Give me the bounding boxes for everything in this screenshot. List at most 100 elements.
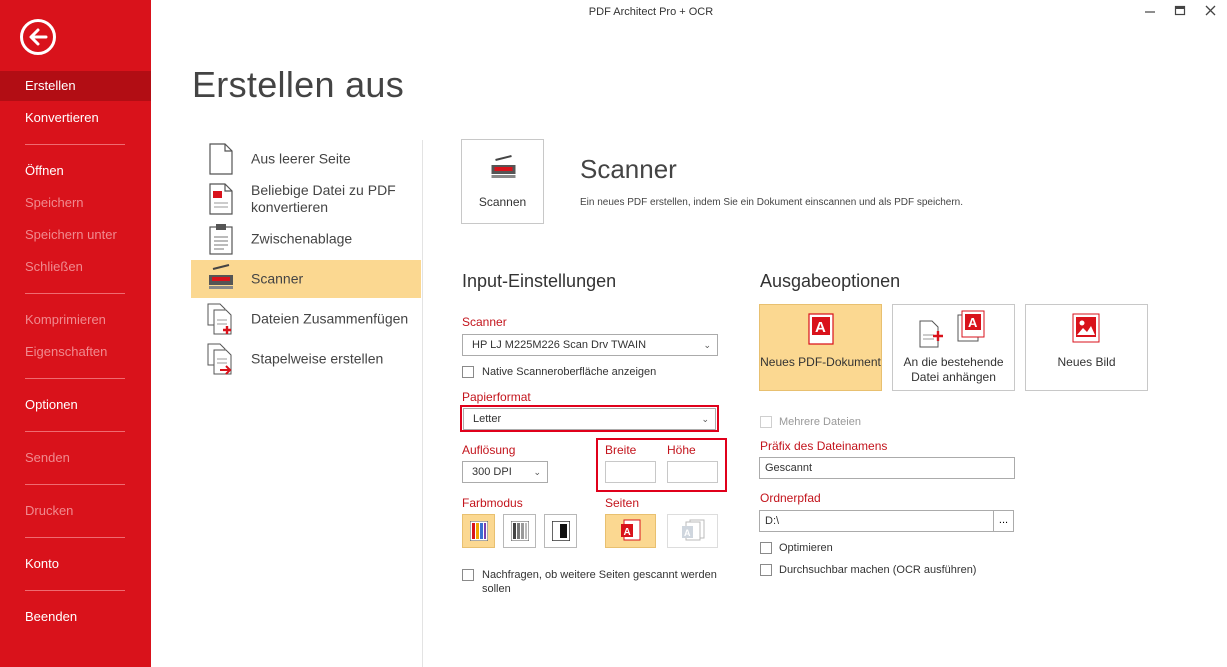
maximize-button[interactable] — [1170, 3, 1190, 19]
paper-format-select[interactable]: Letter ⌄ — [463, 408, 716, 430]
scanner-label: Scanner — [462, 315, 507, 329]
folder-path-input[interactable]: D:\ — [759, 510, 994, 532]
sidebar-item-speichern[interactable]: Speichern — [0, 188, 151, 218]
filename-prefix-input[interactable]: Gescannt — [759, 457, 1015, 479]
minimize-icon — [1145, 11, 1155, 13]
sidebar-item-drucken[interactable]: Drucken — [0, 496, 151, 526]
folder-path-label: Ordnerpfad — [760, 491, 821, 505]
chevron-down-icon: ⌄ — [703, 340, 711, 350]
output-options-title: Ausgabeoptionen — [760, 271, 901, 291]
browse-folder-button[interactable]: ... — [993, 510, 1014, 532]
sidebar-item-senden[interactable]: Senden — [0, 443, 151, 473]
sidebar-item-oeffnen[interactable]: Öffnen — [0, 156, 151, 186]
color-mode-color-button[interactable] — [462, 514, 495, 548]
blank-page-icon — [209, 143, 233, 175]
filename-prefix-label: Präfix des Dateinamens — [760, 439, 888, 453]
sidebar-divider — [25, 378, 125, 379]
sidebar-divider — [25, 484, 125, 485]
width-label: Breite — [605, 443, 637, 457]
height-input[interactable] — [667, 461, 718, 483]
chevron-down-icon: ⌄ — [701, 414, 709, 424]
ocr-searchable-checkbox[interactable] — [760, 564, 772, 576]
page-title: Erstellen aus — [192, 64, 405, 105]
color-mode-grayscale-button[interactable] — [503, 514, 536, 548]
paper-format-value: Letter — [473, 413, 502, 425]
native-scanner-ui-label: Native Scanneroberfläche anzeigen — [482, 366, 657, 378]
create-option-clipboard[interactable]: Zwischenablage — [191, 220, 421, 258]
svg-text:A: A — [684, 528, 691, 538]
scan-button-label: Scannen — [478, 195, 527, 209]
native-scanner-ui-checkbox[interactable] — [462, 366, 474, 378]
sidebar-divider — [25, 431, 125, 432]
sidebar-item-optionen[interactable]: Optionen — [0, 390, 151, 420]
sidebar-item-erstellen[interactable]: Erstellen — [0, 71, 151, 101]
sidebar-item-speichern-unter[interactable]: Speichern unter — [0, 220, 151, 250]
multiple-files-checkbox[interactable] — [760, 416, 772, 428]
pages-label: Seiten — [605, 496, 640, 510]
sidebar: Erstellen Konvertieren Öffnen Speichern … — [0, 0, 151, 667]
sidebar-divider — [25, 144, 125, 145]
window-title: PDF Architect Pro + OCR — [588, 6, 714, 18]
scan-button[interactable]: Scannen — [461, 139, 544, 224]
resolution-select[interactable]: 300 DPI ⌄ — [462, 461, 548, 483]
file-to-pdf-icon — [209, 183, 233, 215]
paper-format-label: Papierformat — [462, 390, 531, 404]
app-window: Erstellen Konvertieren Öffnen Speichern … — [0, 0, 1227, 667]
create-option-batch[interactable]: Stapelweise erstellen — [191, 340, 421, 378]
sidebar-divider — [25, 590, 125, 591]
create-option-merge-files[interactable]: Dateien Zusammenfügen — [191, 300, 421, 338]
color-mode-bw-button[interactable] — [544, 514, 577, 548]
svg-text:A: A — [968, 315, 978, 330]
scanner-heading: Scanner — [580, 154, 677, 184]
ocr-searchable-label: Durchsuchbar machen (OCR ausführen) — [779, 564, 977, 576]
merge-files-icon — [207, 303, 232, 335]
output-tile-label: An die bestehende Datei anhängen — [903, 355, 1004, 384]
back-button[interactable] — [20, 19, 56, 55]
output-append-tile[interactable]: A An die bestehende Datei anhängen — [892, 304, 1015, 391]
minimize-button[interactable] — [1140, 3, 1160, 19]
multi-page-pdf-icon: A — [681, 519, 704, 541]
output-tile-label: Neues Bild — [1057, 355, 1116, 369]
sidebar-item-beenden[interactable]: Beenden — [0, 602, 151, 632]
create-option-blank-page[interactable]: Aus leerer Seite — [191, 140, 421, 178]
maximize-icon — [1174, 5, 1186, 16]
svg-text:A: A — [623, 527, 630, 538]
pdf-document-icon: A — [808, 313, 834, 345]
append-to-pdf-icon: A — [919, 310, 985, 348]
image-icon — [1072, 313, 1100, 343]
grayscale-stripes-icon — [510, 521, 529, 541]
sidebar-item-konvertieren[interactable]: Konvertieren — [0, 103, 151, 133]
resolution-value: 300 DPI — [472, 466, 512, 478]
create-option-label: Zwischenablage — [251, 230, 353, 247]
ask-more-pages-checkbox[interactable] — [462, 569, 474, 581]
color-mode-label: Farbmodus — [462, 496, 523, 510]
output-tile-label: Neues PDF-Dokument — [760, 355, 881, 369]
optimize-checkbox[interactable] — [760, 542, 772, 554]
sidebar-item-konto[interactable]: Konto — [0, 549, 151, 579]
scanner-icon — [491, 155, 516, 178]
sidebar-item-eigenschaften[interactable]: Eigenschaften — [0, 337, 151, 367]
create-option-file-to-pdf[interactable]: Beliebige Datei zu PDF konvertieren — [191, 180, 421, 218]
color-stripes-icon — [469, 521, 488, 541]
close-button[interactable] — [1201, 3, 1221, 19]
chevron-down-icon: ⌄ — [533, 467, 541, 477]
optimize-label: Optimieren — [779, 542, 833, 554]
pages-multiple-button[interactable]: A — [667, 514, 718, 548]
scanner-select[interactable]: HP LJ M225M226 Scan Drv TWAIN ⌄ — [462, 334, 718, 356]
resolution-label: Auflösung — [462, 443, 516, 457]
sidebar-divider — [25, 537, 125, 538]
multiple-files-label: Mehrere Dateien — [779, 416, 861, 428]
ask-more-pages-label: Nachfragen, ob weitere Seiten gescannt w… — [482, 569, 717, 595]
sidebar-item-schliessen[interactable]: Schließen — [0, 252, 151, 282]
batch-create-icon — [207, 343, 232, 375]
width-input[interactable] — [605, 461, 656, 483]
arrow-left-icon — [29, 28, 48, 46]
create-option-scanner[interactable]: Scanner — [191, 260, 421, 298]
pages-single-button[interactable]: A — [605, 514, 656, 548]
output-new-pdf-tile[interactable]: A Neues PDF-Dokument — [759, 304, 882, 391]
output-new-image-tile[interactable]: Neues Bild — [1025, 304, 1148, 391]
create-option-label: Stapelweise erstellen — [251, 350, 384, 367]
sidebar-item-komprimieren[interactable]: Komprimieren — [0, 305, 151, 335]
create-option-label: Scanner — [251, 270, 304, 287]
scanner-icon — [209, 264, 233, 289]
